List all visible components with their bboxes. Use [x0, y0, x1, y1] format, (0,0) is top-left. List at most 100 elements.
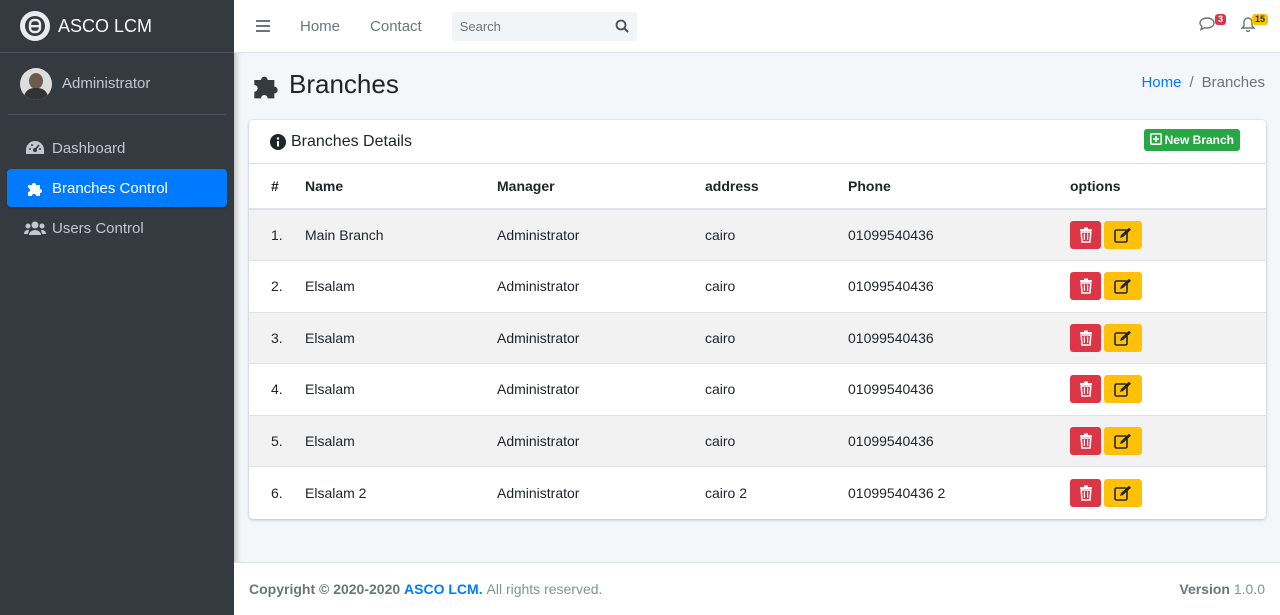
- edit-button[interactable]: [1104, 426, 1142, 455]
- table-body: 1. Main Branch Administrator cairo 010995404…: [249, 209, 1266, 518]
- delete-button[interactable]: [1070, 323, 1101, 352]
- plus-square-icon: [1149, 132, 1162, 148]
- cell-number: 2.: [249, 260, 305, 312]
- sidebar-item-users-control[interactable]: Users Control: [7, 209, 227, 247]
- cell-number: 6.: [249, 466, 305, 518]
- page-title: Branches: [250, 69, 399, 100]
- new-branch-label: New Branch: [1164, 133, 1234, 147]
- card-title: Branches Details: [270, 133, 412, 151]
- nav-link-home[interactable]: Home: [300, 18, 340, 35]
- top-navbar: Home Contact 3 15: [234, 0, 1280, 53]
- search-box: [451, 11, 637, 41]
- trash-icon: [1079, 433, 1093, 449]
- menu-toggle-icon[interactable]: [256, 20, 270, 32]
- trash-icon: [1079, 485, 1093, 501]
- user-name: Administrator: [62, 75, 151, 92]
- table-row: 2. Elsalam Administrator cairo 01099540436: [249, 260, 1266, 312]
- edit-button[interactable]: [1104, 221, 1142, 249]
- cell-name: Elsalam: [305, 363, 497, 415]
- sidebar: ASCO LCM Administrator Dashboard Branche…: [0, 0, 234, 615]
- page-title-text: Branches: [289, 69, 399, 99]
- trash-icon: [1079, 278, 1093, 294]
- cell-address: cairo: [705, 414, 848, 467]
- card-header: Branches Details New Branch: [249, 120, 1266, 164]
- column-header-name: Name: [305, 164, 497, 210]
- cell-phone: 01099540436: [848, 227, 934, 243]
- cell-number: 1.: [271, 227, 283, 243]
- cell-phone: 01099540436: [848, 363, 1070, 415]
- cell-options: [1070, 414, 1266, 467]
- cell-name: Main Branch: [305, 227, 384, 243]
- edit-button[interactable]: [1104, 478, 1142, 507]
- edit-icon: [1114, 227, 1132, 243]
- nav-link-contact[interactable]: Contact: [370, 18, 422, 35]
- cell-phone: 01099540436 2: [848, 466, 1070, 518]
- footer-copyright: Copyright © 2020-2020: [249, 581, 401, 597]
- cell-phone: 01099540436: [848, 414, 1070, 467]
- search-icon[interactable]: [608, 13, 636, 40]
- brand-link[interactable]: ASCO LCM: [0, 0, 234, 53]
- cell-options: [1070, 311, 1266, 364]
- avatar: [20, 67, 52, 100]
- new-branch-button[interactable]: New Branch: [1143, 129, 1240, 151]
- column-header-manager: Manager: [497, 164, 705, 210]
- cell-manager: Administrator: [497, 260, 705, 312]
- user-panel[interactable]: Administrator: [8, 53, 226, 115]
- column-header-address: address: [705, 164, 848, 210]
- sidebar-item-branches-control[interactable]: Branches Control: [7, 169, 227, 207]
- brand-name: ASCO LCM: [58, 15, 153, 36]
- messages-icon[interactable]: 3: [1198, 14, 1226, 36]
- cell-options: [1070, 466, 1266, 518]
- column-header-phone: Phone: [848, 164, 1070, 210]
- edit-icon: [1114, 330, 1132, 346]
- delete-button[interactable]: [1070, 221, 1101, 249]
- notifications-badge: 15: [1251, 14, 1268, 25]
- column-header-options: options: [1070, 164, 1266, 210]
- footer-version-number: 1.0.0: [1233, 581, 1265, 597]
- cell-number: 3.: [249, 311, 305, 364]
- table-row: 4. Elsalam Administrator cairo 01099540436: [249, 363, 1266, 415]
- search-input[interactable]: [452, 18, 608, 34]
- branches-card: Branches Details New Branch # Name Manag…: [249, 120, 1266, 519]
- trash-icon: [1079, 330, 1093, 346]
- footer-version: Version 1.0.0: [1179, 581, 1265, 597]
- footer-company-link[interactable]: ASCO LCM.: [404, 581, 483, 597]
- edit-button[interactable]: [1104, 272, 1142, 301]
- delete-button[interactable]: [1070, 375, 1101, 404]
- cell-options: [1070, 363, 1266, 415]
- sidebar-nav: Dashboard Branches Control Users Control: [0, 129, 234, 247]
- card-title-text: Branches Details: [291, 132, 412, 150]
- content-header: Branches Home / Branches: [234, 53, 1280, 119]
- cell-number: 4.: [249, 363, 305, 415]
- notifications-bell-icon[interactable]: 15: [1240, 14, 1268, 36]
- cell-address: cairo: [705, 260, 848, 312]
- delete-button[interactable]: [1070, 426, 1101, 455]
- cell-name: Elsalam: [305, 260, 497, 312]
- edit-button[interactable]: [1104, 323, 1142, 352]
- sidebar-item-label: Branches Control: [52, 179, 168, 197]
- cell-name: Elsalam 2: [305, 466, 497, 518]
- cell-number: 5.: [249, 414, 305, 467]
- cell-manager: Administrator: [497, 363, 705, 415]
- cell-manager: Administrator: [497, 414, 705, 467]
- brand-logo-icon: [20, 11, 50, 41]
- breadcrumb-home-link[interactable]: Home: [1141, 74, 1181, 91]
- cell-address: cairo: [705, 227, 736, 243]
- edit-button[interactable]: [1104, 375, 1142, 404]
- breadcrumb: Home / Branches: [1141, 74, 1265, 91]
- cell-phone: 01099540436: [848, 260, 1070, 312]
- table-row: 3. Elsalam Administrator cairo 01099540436: [249, 311, 1266, 364]
- edit-icon: [1114, 433, 1132, 449]
- footer-rights: All rights reserved.: [486, 581, 603, 597]
- cell-manager: Administrator: [497, 311, 705, 364]
- delete-button[interactable]: [1070, 478, 1101, 507]
- cell-options: [1070, 209, 1266, 261]
- sidebar-item-dashboard[interactable]: Dashboard: [7, 129, 227, 167]
- trash-icon: [1079, 227, 1093, 243]
- users-icon: [24, 219, 46, 237]
- cell-phone: 01099540436: [848, 311, 1070, 364]
- delete-button[interactable]: [1070, 272, 1101, 301]
- breadcrumb-current: Branches: [1201, 74, 1265, 91]
- cell-manager: Administrator: [497, 466, 705, 518]
- table-row: 6. Elsalam 2 Administrator cairo 2 010995404…: [249, 466, 1266, 518]
